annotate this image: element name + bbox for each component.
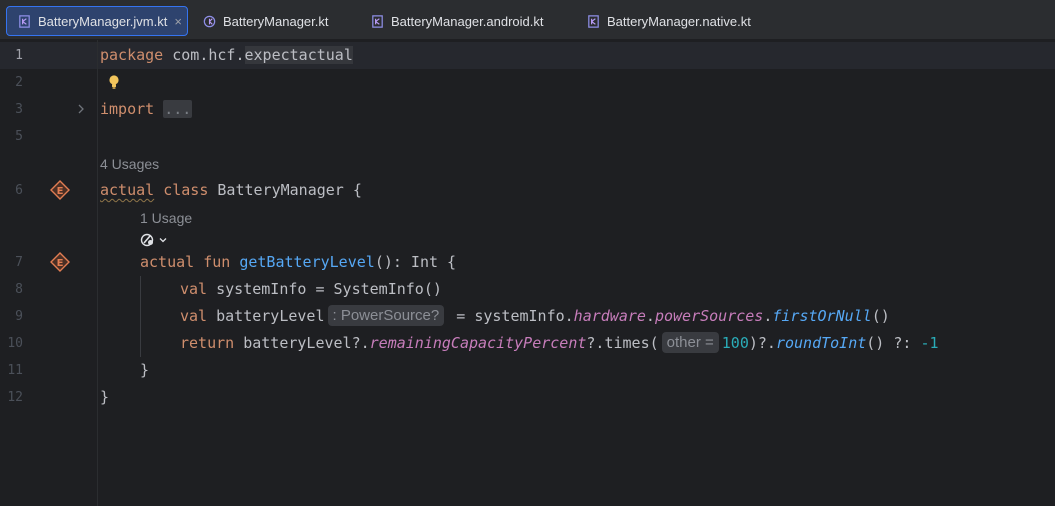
code-line-1: package com.hcf.expectactual <box>100 42 353 69</box>
line-number: 1 <box>15 48 23 63</box>
dot: . <box>645 307 655 325</box>
function-signature: (): Int { <box>374 253 457 271</box>
keyword: actual <box>140 253 195 271</box>
keyword: fun <box>194 253 231 271</box>
function-name: getBatteryLevel <box>230 253 375 271</box>
indent-guide <box>140 276 141 357</box>
property: hardware <box>573 307 646 325</box>
expression: batteryLevel?. <box>234 334 370 352</box>
line-number: 11 <box>7 363 23 378</box>
package-name-highlight: expectactual <box>244 46 353 64</box>
interface-marker-icon[interactable] <box>140 232 156 248</box>
package-name: com.hcf. <box>163 46 245 64</box>
property: powerSources <box>654 307 764 325</box>
gutter-divider <box>97 40 98 506</box>
line-number: 3 <box>15 102 23 117</box>
parameter-inlay-hint[interactable]: other = <box>661 332 719 353</box>
keyword: val <box>180 307 208 325</box>
tab-batterymanager-common[interactable]: BatteryManager.kt <box>192 6 352 36</box>
expression: )?. <box>748 334 776 352</box>
expression: ?.times( <box>586 334 659 352</box>
extension-call: roundToInt <box>775 334 867 352</box>
keyword: package <box>100 46 164 64</box>
chevron-down-icon[interactable] <box>158 235 168 245</box>
line-number: 12 <box>7 390 23 405</box>
line-number: 8 <box>15 282 23 297</box>
lightbulb-icon[interactable] <box>106 73 122 91</box>
class-declaration: BatteryManager { <box>208 181 362 199</box>
type-inlay-hint[interactable]: : PowerSource? <box>327 305 445 326</box>
expect-actual-gutter-icon[interactable]: E <box>49 179 71 201</box>
tab-label: BatteryManager.jvm.kt <box>38 13 168 29</box>
keyword: class <box>154 181 209 199</box>
keyword: import <box>100 100 155 118</box>
tab-label: BatteryManager.kt <box>223 13 329 29</box>
folded-imports[interactable]: ... <box>163 100 193 118</box>
number-literal: 100 <box>721 334 749 352</box>
extension-call: firstOrNull <box>772 307 872 325</box>
keyword: val <box>180 280 208 298</box>
line-number: 10 <box>7 336 23 351</box>
kotlin-file-icon <box>19 14 30 28</box>
svg-text:E: E <box>57 258 64 269</box>
expression: () ?: <box>866 334 921 352</box>
code-line-7: actual fun getBatteryLevel(): Int { <box>140 249 456 276</box>
statement: systemInfo = SystemInfo() <box>207 280 442 298</box>
line-number: 9 <box>15 309 23 324</box>
kotlin-multiplatform-file-icon <box>203 15 216 27</box>
line-number: 7 <box>15 255 23 270</box>
code-line-12: } <box>100 388 110 406</box>
svg-text:E: E <box>57 186 64 197</box>
code-line-3: import ... <box>100 96 193 123</box>
chevron-right-icon[interactable] <box>75 102 87 116</box>
tab-batterymanager-android[interactable]: BatteryManager.android.kt <box>360 6 565 36</box>
usages-hint[interactable]: 1 Usage <box>140 208 192 228</box>
call-parens: () <box>871 307 890 325</box>
tab-batterymanager-native[interactable]: BatteryManager.native.kt <box>576 6 776 36</box>
kotlin-file-icon <box>588 14 599 28</box>
line-number: 2 <box>15 75 23 90</box>
kotlin-file-icon <box>372 14 383 28</box>
code-line-10: return batteryLevel?.remainingCapacityPe… <box>180 330 939 357</box>
code-editor[interactable]: 1 2 3 5 6 7 8 9 10 11 12 E E package com… <box>0 40 1055 506</box>
code-line-6: actual class BatteryManager { <box>100 177 362 204</box>
code-line-11: } <box>140 361 150 379</box>
editor-tab-bar: BatteryManager.jvm.kt × BatteryManager.k… <box>0 0 1055 40</box>
keyword: actual <box>100 181 155 199</box>
code-line-9: val batteryLevel: PowerSource? = systemI… <box>180 303 890 330</box>
line-number: 5 <box>15 129 23 144</box>
usages-hint[interactable]: 4 Usages <box>100 154 159 174</box>
code-line-8: val systemInfo = SystemInfo() <box>180 276 442 303</box>
expect-actual-gutter-icon[interactable]: E <box>49 251 71 273</box>
line-number: 6 <box>15 183 23 198</box>
assignment: = systemInfo. <box>447 307 574 325</box>
property: remainingCapacityPercent <box>369 334 587 352</box>
variable-name: batteryLevel <box>207 307 325 325</box>
keyword: return <box>180 334 235 352</box>
tab-label: BatteryManager.android.kt <box>391 13 544 29</box>
tab-batterymanager-jvm[interactable]: BatteryManager.jvm.kt × <box>6 6 188 36</box>
dot: . <box>763 307 773 325</box>
close-icon[interactable]: × <box>174 14 182 29</box>
tab-label: BatteryManager.native.kt <box>607 13 751 29</box>
number-literal: -1 <box>920 334 939 352</box>
